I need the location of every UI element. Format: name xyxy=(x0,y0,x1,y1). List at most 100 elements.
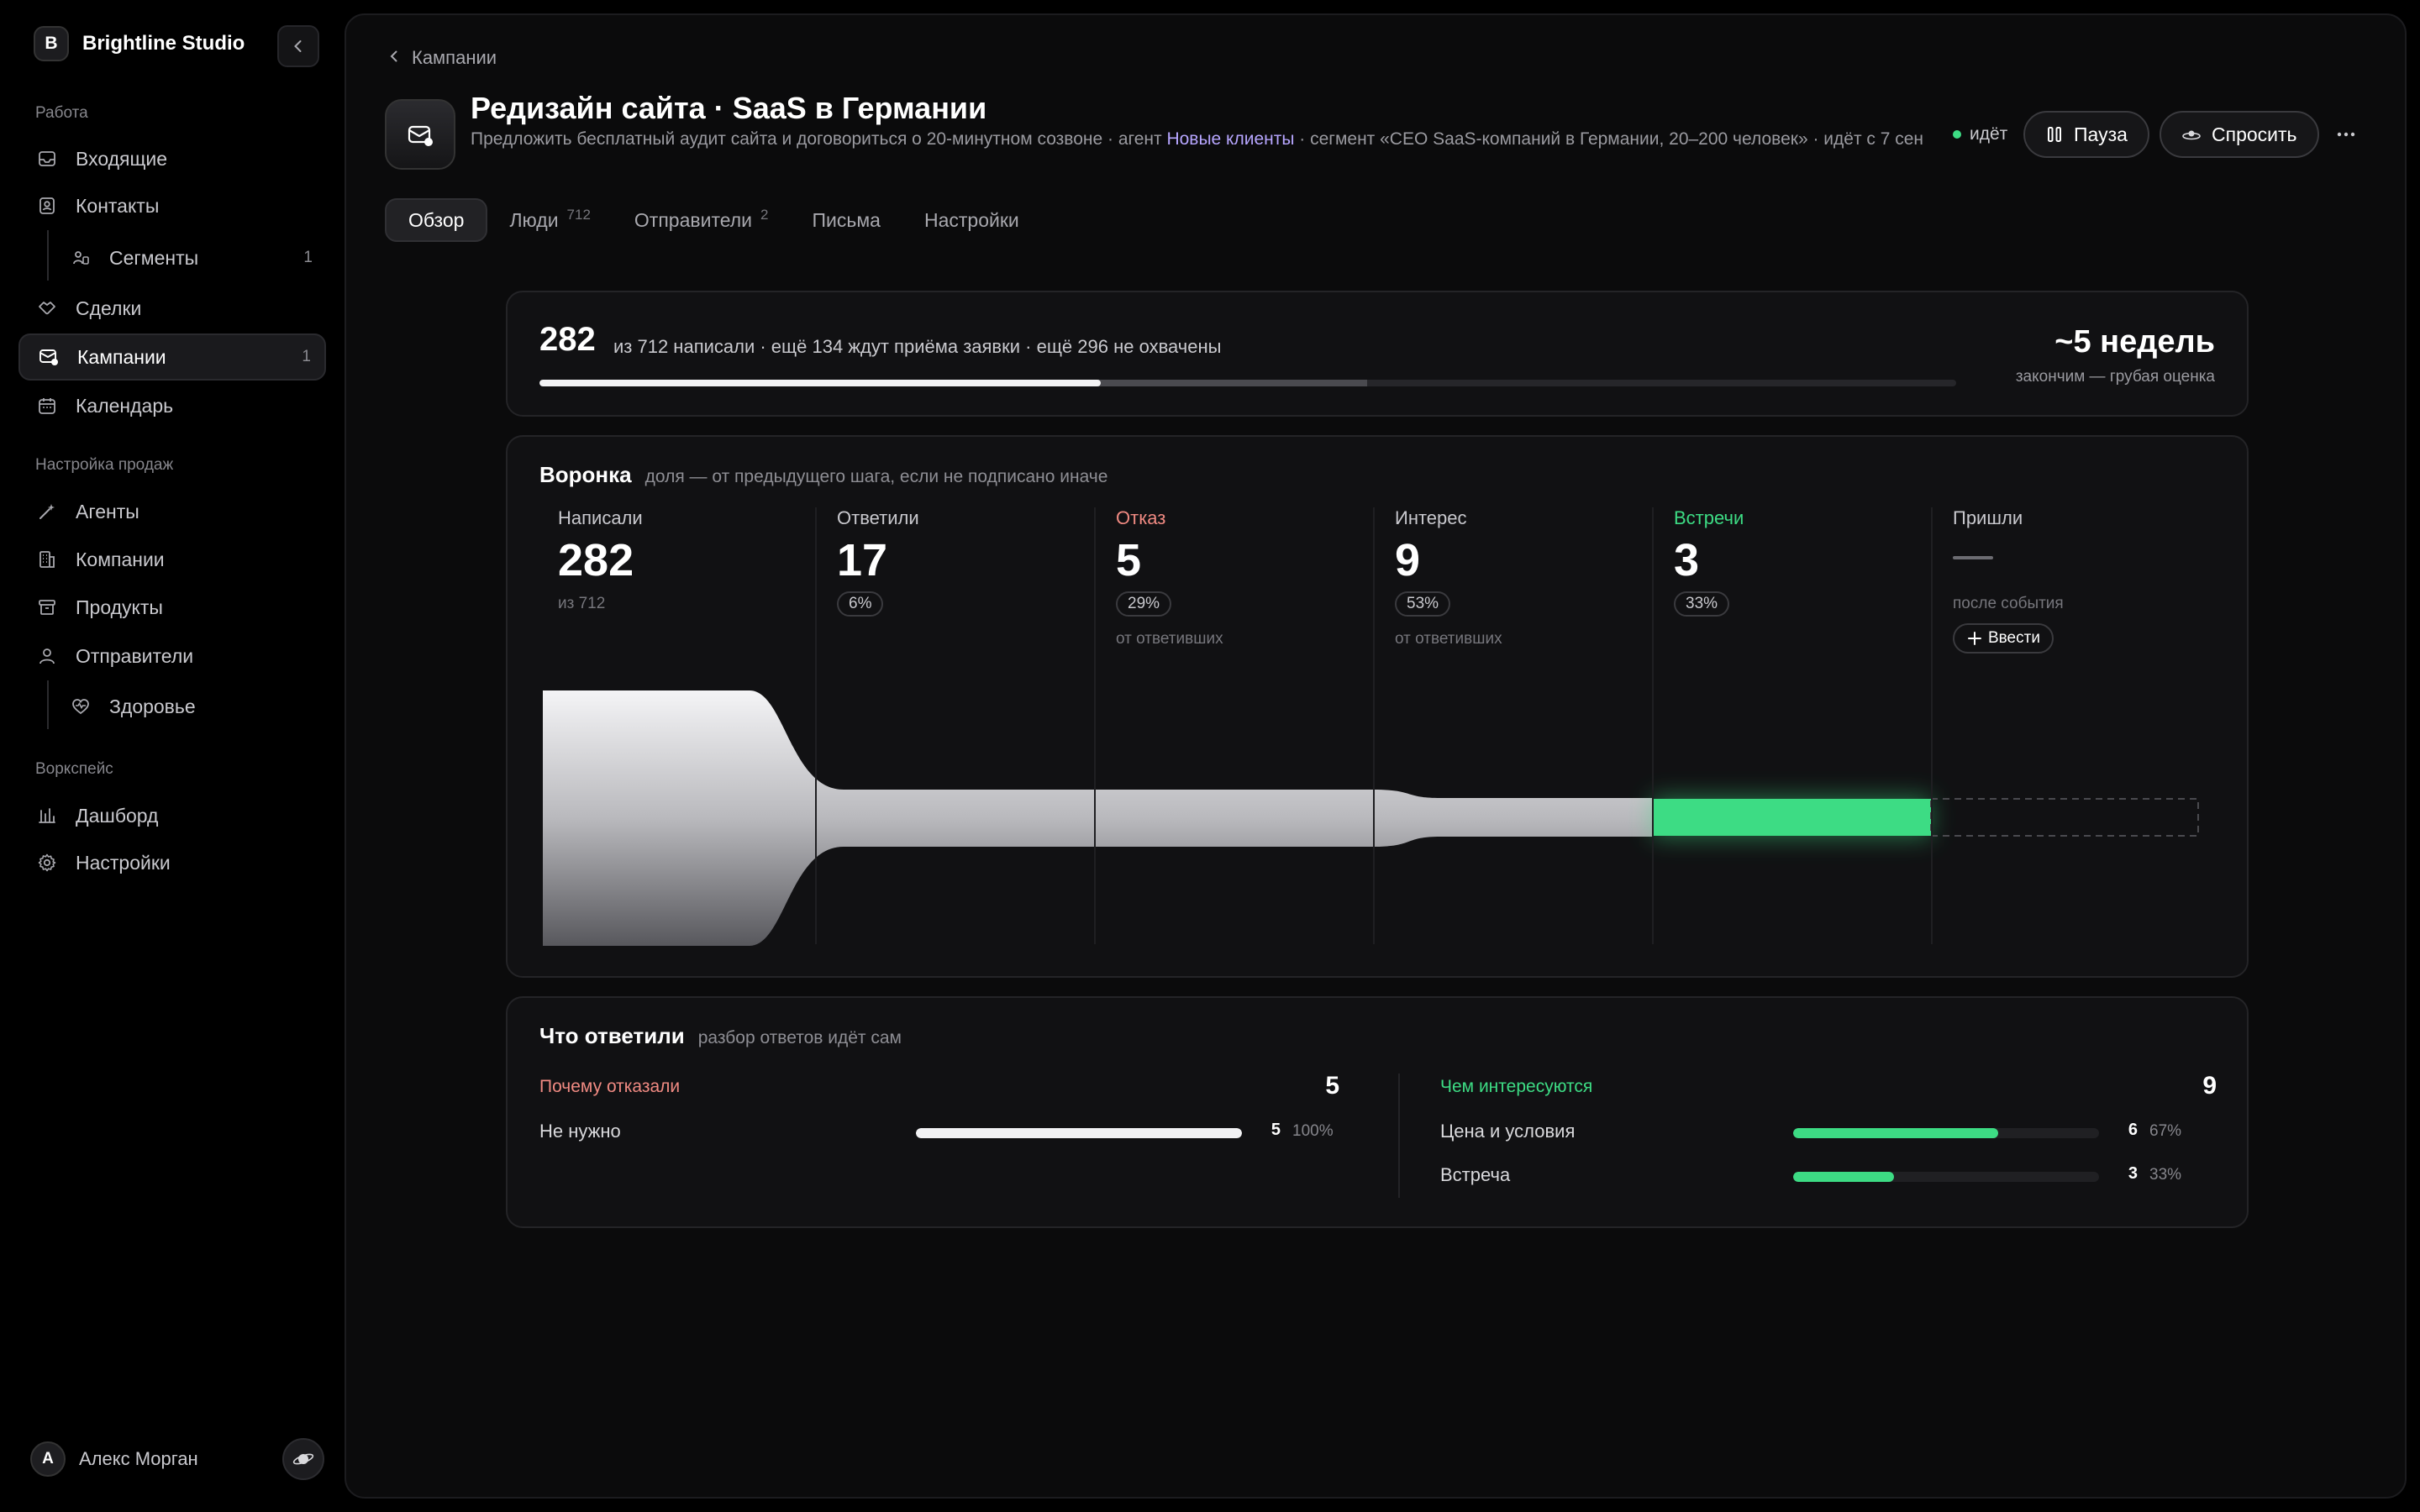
sidebar-item-deals[interactable]: Сделки xyxy=(18,285,326,332)
tab-count: 2 xyxy=(760,207,769,223)
mail-icon xyxy=(408,125,433,146)
progress-count: 282 xyxy=(539,321,596,358)
stage-value: 5 xyxy=(1116,535,1142,585)
tab-overview[interactable]: Обзор xyxy=(385,198,488,242)
sidebar-item-dashboard[interactable]: Дашборд xyxy=(18,792,326,839)
interest-pct: 33% xyxy=(2149,1166,2182,1184)
sidebar-item-contacts[interactable]: Контакты xyxy=(18,182,326,229)
gear-icon xyxy=(35,851,59,874)
rejection-reason-pct: 100% xyxy=(1292,1122,1334,1140)
user-name: Алекс Морган xyxy=(79,1448,198,1469)
sidebar-item-label: Календарь xyxy=(76,394,174,417)
campaign-avatar xyxy=(385,99,455,170)
stage-pct-badge: 6% xyxy=(837,591,884,617)
pause-icon xyxy=(2045,125,2064,144)
pause-button[interactable]: Пауза xyxy=(2023,111,2149,158)
sidebar-item-label: Дашборд xyxy=(76,804,159,827)
tab-senders[interactable]: Отправители 2 xyxy=(613,198,791,242)
building-icon xyxy=(35,548,59,571)
eta-note: закончим — грубая оценка xyxy=(2015,368,2215,386)
interest-value: 6 xyxy=(2128,1121,2138,1139)
sidebar-item-label: Входящие xyxy=(76,147,168,170)
sidebar-item-label: Сделки xyxy=(76,297,142,319)
collapse-sidebar-button[interactable] xyxy=(277,25,319,67)
sidebar-item-settings[interactable]: Настройки xyxy=(18,839,326,886)
section-label-workspace: Воркспейс xyxy=(35,760,113,778)
stage-label: Ответили xyxy=(837,507,919,528)
status-dot xyxy=(1953,130,1961,139)
contacts-icon xyxy=(35,194,59,218)
sidebar-item-calendar[interactable]: Календарь xyxy=(18,382,326,429)
funnel-stage-wrote: Написали 282 из 712 xyxy=(536,507,815,944)
sidebar-item-inbox[interactable]: Входящие xyxy=(18,135,326,182)
rejection-reason-value: 5 xyxy=(1270,1121,1281,1139)
rejection-reason-bar xyxy=(916,1128,1242,1138)
funnel-stage-attended: Пришли после события Ввести xyxy=(1931,507,2210,944)
avatar: A xyxy=(30,1441,66,1477)
stage-pct-badge: 53% xyxy=(1395,591,1451,617)
stage-pct-badge: 33% xyxy=(1674,591,1730,617)
status-badge: идёт xyxy=(1953,124,2007,144)
rejections-total: 5 xyxy=(1325,1072,1339,1100)
tab-emails[interactable]: Письма xyxy=(791,198,902,242)
more-horizontal-icon xyxy=(2337,132,2355,137)
bar-fill xyxy=(1793,1128,1998,1138)
stage-note: из 712 xyxy=(558,595,606,612)
sidebar: B Brightline Studio Работа Входящие Конт… xyxy=(0,0,345,1512)
stage-empty-dash xyxy=(1953,556,1993,559)
sidebar-item-label: Здоровье xyxy=(109,695,196,717)
tab-settings[interactable]: Настройки xyxy=(902,198,1041,242)
stage-label: Написали xyxy=(558,507,643,528)
sidebar-item-label: Настройки xyxy=(76,851,171,874)
interest-value: 3 xyxy=(2128,1164,2138,1183)
more-menu-button[interactable] xyxy=(2329,118,2363,151)
ask-button[interactable]: Спросить xyxy=(2160,111,2319,158)
stage-pct-badge: 29% xyxy=(1116,591,1172,617)
progress-card: 282 из 712 написали · ещё 134 ждут приём… xyxy=(506,291,2249,417)
stage-label: Встречи xyxy=(1674,507,1744,528)
tab-count: 712 xyxy=(566,207,591,223)
chevron-left-icon xyxy=(387,47,402,69)
campaign-icon xyxy=(37,345,60,369)
sidebar-item-label: Сегменты xyxy=(109,246,199,269)
sidebar-item-label: Контакты xyxy=(76,194,160,217)
workspace-logo: B xyxy=(34,26,69,61)
sidebar-badge: 1 xyxy=(303,249,313,266)
chart-icon xyxy=(35,804,59,827)
user-profile[interactable]: A Алекс Морган xyxy=(30,1441,198,1477)
sidebar-item-label: Агенты xyxy=(76,500,139,522)
tab-people[interactable]: Люди 712 xyxy=(487,198,612,242)
funnel-stage-rejected: Отказ 5 29% от ответивших xyxy=(1094,507,1373,944)
sidebar-item-senders[interactable]: Отправители xyxy=(18,633,326,680)
main-panel: Кампании Редизайн сайта · SaaS в Германи… xyxy=(345,13,2407,1499)
interests-total: 9 xyxy=(2202,1072,2217,1100)
progress-text: из 712 написали · ещё 134 ждут приёма за… xyxy=(613,336,1222,357)
workspace-switcher[interactable]: B Brightline Studio xyxy=(34,25,245,62)
breadcrumb[interactable]: Кампании xyxy=(387,47,497,69)
funnel-stage-interest: Интерес 9 53% от ответивших xyxy=(1373,507,1652,944)
sidebar-item-label: Отправители xyxy=(76,644,194,667)
user-icon xyxy=(35,644,59,668)
progress-bar xyxy=(539,380,1956,386)
sidebar-item-products[interactable]: Продукты xyxy=(18,584,326,631)
interest-label: Встреча xyxy=(1440,1164,1511,1185)
enter-attended-button[interactable]: Ввести xyxy=(1953,623,2054,654)
calendar-icon xyxy=(35,394,59,417)
campaign-description: Предложить бесплатный аудит сайта и дого… xyxy=(471,129,1924,149)
sidebar-item-companies[interactable]: Компании xyxy=(18,536,326,583)
progress-done xyxy=(539,380,1101,386)
sidebar-item-campaigns[interactable]: Кампании 1 xyxy=(18,333,326,381)
chevron-left-icon xyxy=(294,40,302,52)
sidebar-item-segments[interactable]: Сегменты 1 xyxy=(47,234,326,281)
sidebar-item-agents[interactable]: Агенты xyxy=(18,488,326,535)
interest-label: Цена и условия xyxy=(1440,1121,1576,1142)
sidebar-item-health[interactable]: Здоровье xyxy=(47,683,326,730)
tabs: Обзор Люди 712 Отправители 2 Письма Настро… xyxy=(385,198,1041,242)
breadcrumb-label: Кампании xyxy=(412,47,497,68)
stage-value: 9 xyxy=(1395,535,1421,585)
interest-pct: 67% xyxy=(2149,1122,2182,1140)
theme-toggle-button[interactable] xyxy=(282,1438,324,1480)
rejections-label: Почему отказали xyxy=(539,1077,681,1096)
agent-link[interactable]: Новые клиенты xyxy=(1166,129,1294,149)
section-label-work: Работа xyxy=(35,104,88,122)
